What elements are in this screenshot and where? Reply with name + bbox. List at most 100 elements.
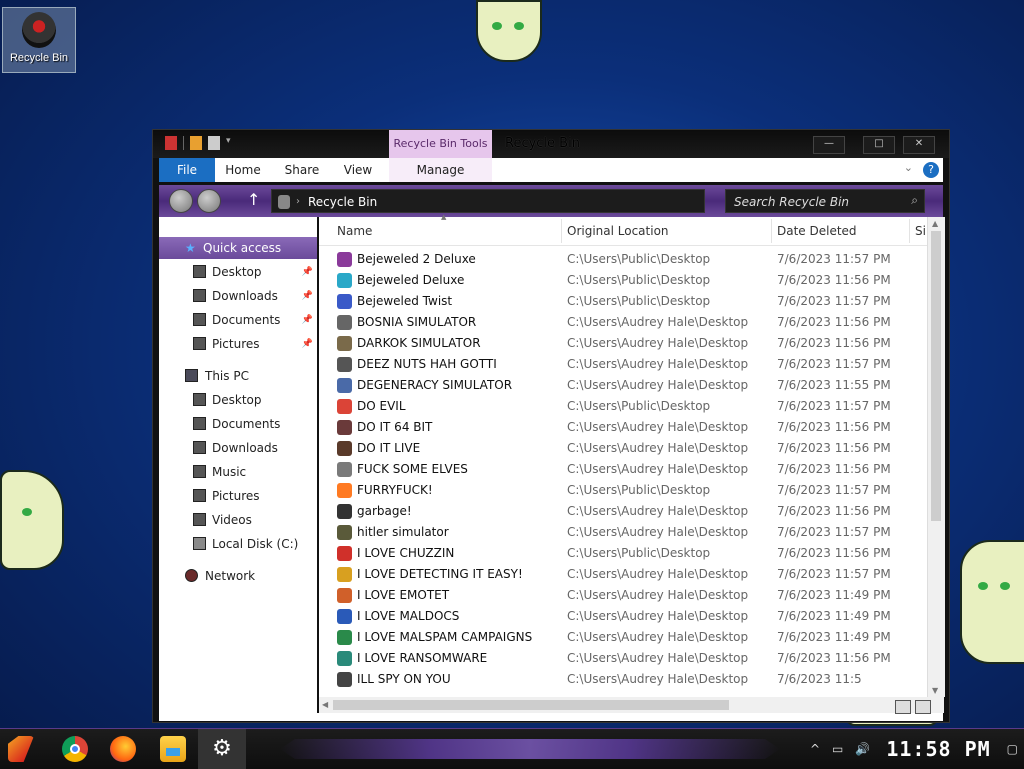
pin-icon[interactable]: 📌 (302, 333, 313, 355)
nav-pc-desktop[interactable]: Desktop (159, 389, 317, 411)
maximize-button[interactable]: □ (863, 136, 895, 154)
file-explorer-icon[interactable] (160, 736, 186, 762)
table-row[interactable]: I LOVE EMOTET C:\Users\Audrey Hale\Deskto… (319, 585, 927, 606)
nav-this-pc[interactable]: This PC (159, 365, 317, 387)
file-icon (337, 399, 352, 414)
search-icon[interactable]: ⌕ (911, 193, 918, 208)
nav-quick-pictures[interactable]: Pictures 📌 (159, 333, 317, 355)
settings-icon[interactable]: ⚙ (198, 729, 246, 769)
folder-icon (193, 465, 206, 478)
table-row[interactable]: DEGENERACY SIMULATOR C:\Users\Audrey Hale… (319, 375, 927, 396)
nav-pc-music[interactable]: Music (159, 461, 317, 483)
search-input[interactable] (726, 190, 906, 214)
table-row[interactable]: I LOVE MALSPAM CAMPAIGNS C:\Users\Audrey … (319, 627, 927, 648)
file-name: I LOVE EMOTET (357, 588, 450, 602)
address-bar[interactable]: › Recycle Bin (271, 189, 705, 213)
table-row[interactable]: I LOVE DETECTING IT EASY! C:\Users\Audrey… (319, 564, 927, 585)
nav-quick-desktop[interactable]: Desktop 📌 (159, 261, 317, 283)
volume-icon[interactable]: 🔊 (855, 742, 870, 756)
file-rows: Bejeweled 2 Deluxe C:\Users\Public\Deskto… (319, 217, 927, 697)
table-row[interactable]: Bejeweled Twist C:\Users\Public\Desktop 7/… (319, 291, 927, 312)
table-row[interactable]: FURRYFUCK! C:\Users\Public\Desktop 7/6/202… (319, 480, 927, 501)
tab-share[interactable]: Share (277, 158, 327, 182)
nav-quick-documents[interactable]: Documents 📌 (159, 309, 317, 331)
nav-quick-access[interactable]: ★ Quick access (159, 237, 317, 259)
table-row[interactable]: Bejeweled Deluxe C:\Users\Public\Desktop 7… (319, 270, 927, 291)
star-icon: ★ (185, 241, 196, 255)
clock[interactable]: 11:58 PM (886, 737, 990, 761)
pin-icon[interactable]: 📌 (302, 309, 313, 331)
table-row[interactable]: I LOVE RANSOMWARE C:\Users\Audrey Hale\De… (319, 648, 927, 669)
minimize-button[interactable]: — (813, 136, 845, 154)
properties-icon[interactable] (190, 136, 202, 150)
details-view-icon[interactable] (895, 700, 911, 714)
nav-pc-downloads[interactable]: Downloads (159, 437, 317, 459)
nav-pc-videos[interactable]: Videos (159, 509, 317, 531)
vertical-scrollbar[interactable]: ▲ ▼ (927, 217, 945, 697)
chevron-down-icon[interactable]: ▾ (226, 136, 231, 150)
nav-label: Quick access (203, 241, 282, 255)
table-row[interactable]: DO IT LIVE C:\Users\Audrey Hale\Desktop 7/… (319, 438, 927, 459)
file-name: DEEZ NUTS HAH GOTTI (357, 357, 497, 371)
table-row[interactable]: garbage! C:\Users\Audrey Hale\Desktop 7/6/… (319, 501, 927, 522)
file-icon (337, 441, 352, 456)
title-bar[interactable]: ▾ Recycle Bin Tools Recycle Bin — □ ✕ (153, 130, 949, 158)
scroll-down-arrow-icon[interactable]: ▼ (932, 686, 938, 695)
table-row[interactable]: hitler simulator C:\Users\Audrey Hale\Des… (319, 522, 927, 543)
wallpaper-character (0, 470, 64, 570)
close-button[interactable]: ✕ (903, 136, 935, 154)
nav-pc-documents[interactable]: Documents (159, 413, 317, 435)
nav-quick-downloads[interactable]: Downloads 📌 (159, 285, 317, 307)
notifications-icon[interactable]: ▢ (1007, 742, 1018, 756)
tab-file[interactable]: File (159, 158, 215, 182)
help-icon[interactable]: ? (923, 162, 939, 178)
tray-overflow-icon[interactable]: ^ (810, 742, 820, 756)
tab-view[interactable]: View (335, 158, 381, 182)
taskbar-decoration (280, 739, 780, 759)
back-button[interactable] (169, 189, 193, 213)
nav-pc-local-disk[interactable]: Local Disk (C:) (159, 533, 317, 555)
chrome-icon[interactable] (62, 736, 88, 762)
tab-manage[interactable]: Manage (389, 158, 492, 182)
up-arrow-icon[interactable]: ↑ (247, 190, 260, 209)
scrollbar-thumb[interactable] (333, 700, 729, 710)
file-icon (337, 609, 352, 624)
large-icons-view-icon[interactable] (915, 700, 931, 714)
table-row[interactable]: Bejeweled 2 Deluxe C:\Users\Public\Deskto… (319, 249, 927, 270)
forward-button[interactable] (197, 189, 221, 213)
table-row[interactable]: I LOVE CHUZZIN C:\Users\Public\Desktop 7/6… (319, 543, 927, 564)
chevron-down-icon[interactable]: ⌄ (904, 161, 913, 174)
nav-label: Desktop (212, 393, 262, 407)
search-box[interactable]: ⌕ (725, 189, 925, 214)
chevron-right-icon[interactable]: › (296, 190, 300, 214)
table-row[interactable]: ILL SPY ON YOU C:\Users\Audrey Hale\Deskt… (319, 669, 927, 690)
table-row[interactable]: FUCK SOME ELVES C:\Users\Audrey Hale\Desk… (319, 459, 927, 480)
recycle-bin-desktop-icon[interactable]: Recycle Bin (2, 7, 76, 73)
folder-icon (193, 337, 206, 350)
system-tray: ^ ▭ 🔊 11:58 PM ▢ (804, 729, 1024, 769)
table-row[interactable]: DO IT 64 BIT C:\Users\Audrey Hale\Desktop… (319, 417, 927, 438)
scrollbar-thumb[interactable] (931, 231, 941, 521)
table-row[interactable]: BOSNIA SIMULATOR C:\Users\Audrey Hale\Des… (319, 312, 927, 333)
nav-pc-pictures[interactable]: Pictures (159, 485, 317, 507)
nav-label: Desktop (212, 265, 262, 279)
scroll-up-arrow-icon[interactable]: ▲ (932, 219, 938, 228)
tab-home[interactable]: Home (219, 158, 267, 182)
table-row[interactable]: DARKOK SIMULATOR C:\Users\Audrey Hale\Des… (319, 333, 927, 354)
pin-icon[interactable]: 📌 (302, 285, 313, 307)
table-row[interactable]: DEEZ NUTS HAH GOTTI C:\Users\Audrey Hale\… (319, 354, 927, 375)
firefox-icon[interactable] (110, 736, 136, 762)
address-toolbar: ↑ › Recycle Bin ⌕ (159, 185, 943, 217)
file-original-location: C:\Users\Audrey Hale\Desktop (567, 420, 749, 434)
scroll-left-arrow-icon[interactable]: ◀ (322, 700, 328, 709)
nav-label: Downloads (212, 289, 278, 303)
start-button[interactable] (8, 736, 34, 762)
table-row[interactable]: DO EVIL C:\Users\Public\Desktop 7/6/2023 1… (319, 396, 927, 417)
divider (183, 136, 184, 150)
nav-network[interactable]: Network (159, 565, 317, 587)
table-row[interactable]: I LOVE MALDOCS C:\Users\Audrey Hale\Deskt… (319, 606, 927, 627)
pin-icon[interactable]: 📌 (302, 261, 313, 283)
new-folder-icon[interactable] (208, 136, 220, 150)
network-tray-icon[interactable]: ▭ (832, 742, 843, 756)
horizontal-scrollbar[interactable]: ◀ ▶ (319, 697, 944, 713)
